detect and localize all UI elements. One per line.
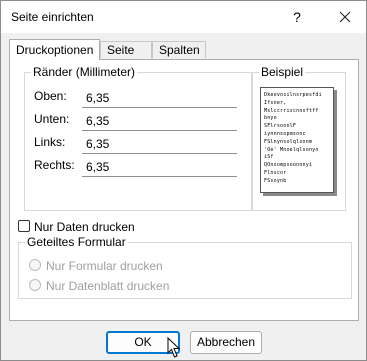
top-margin-input[interactable]: 6,35 — [82, 88, 237, 108]
right-margin-input[interactable]: 6,35 — [82, 157, 237, 177]
print-data-only-checkbox[interactable] — [18, 220, 30, 232]
print-datasheet-only-label[interactable]: Nur Datenblatt drucken — [46, 279, 169, 293]
example-group-label: Beispiel — [259, 65, 306, 79]
tab-spalten[interactable]: Spalten — [152, 41, 206, 58]
close-icon — [339, 11, 351, 23]
window-title: Seite einrichten — [11, 10, 94, 24]
top-margin-label: Oben: — [34, 89, 67, 103]
bottom-margin-input[interactable]: 6,35 — [82, 111, 237, 131]
preview-line: SFlrsoonlF — [264, 123, 297, 130]
preview-line: Flnscor — [264, 169, 287, 176]
right-margin-label: Rechts: — [34, 158, 75, 172]
preview-line: Ifsner, — [264, 99, 287, 106]
print-form-only-radio[interactable] — [29, 259, 41, 271]
left-margin-input[interactable]: 6,35 — [82, 134, 237, 154]
margins-group-label: Ränder (Millimeter) — [31, 65, 138, 79]
tab-druckoptionen[interactable]: Druckoptionen — [9, 39, 100, 60]
page-setup-dialog: Seite einrichten ? Druckoptionen Seite S… — [0, 0, 367, 361]
preview-line: 'Oe' Mnoelqlsonyn — [264, 146, 319, 153]
preview-line: Mslccrriscnnsftff — [264, 107, 319, 114]
title-bar: Seite einrichten ? — [1, 1, 366, 33]
print-data-only-label[interactable]: Nur Daten drucken — [34, 220, 135, 234]
preview-line: FSsoynb — [264, 177, 287, 184]
preview-line: Dkeovosilnsrpesfdi — [264, 92, 322, 98]
margins-group: Ränder (Millimeter) Oben: 6,35 Unten: 6,… — [24, 65, 252, 211]
split-form-group: Geteiltes Formular Nur Formular drucken … — [18, 235, 352, 299]
cancel-button[interactable]: Abbrechen — [190, 331, 262, 354]
mouse-cursor-icon — [167, 337, 181, 358]
tab-seite[interactable]: Seite — [100, 41, 152, 58]
bottom-margin-label: Unten: — [34, 112, 70, 126]
preview-line: FSlnynsolqlsonm — [264, 138, 313, 145]
print-form-only-label[interactable]: Nur Formular drucken — [46, 259, 163, 273]
help-label: ? — [293, 9, 301, 25]
close-button[interactable] — [333, 5, 357, 29]
page-preview: Dkeovosilnsrpesfdi Ifsner, Mslccrriscnns… — [260, 87, 334, 193]
preview-line: bnyo — [264, 115, 277, 122]
tab-panel-druckoptionen: Ränder (Millimeter) Oben: 6,35 Unten: 6,… — [9, 59, 359, 321]
preview-line: iynnnsopmsonc — [264, 130, 306, 137]
print-datasheet-only-radio[interactable] — [29, 279, 41, 291]
example-group: Beispiel Dkeovosilnsrpesfdi Ifsner, Mslc… — [252, 65, 346, 211]
help-button[interactable]: ? — [285, 5, 309, 29]
preview-line: iSf — [264, 154, 274, 161]
preview-line: QOnsompsoonnnyi — [264, 162, 313, 169]
split-form-group-label: Geteiltes Formular — [25, 235, 128, 249]
left-margin-label: Links: — [34, 135, 66, 149]
